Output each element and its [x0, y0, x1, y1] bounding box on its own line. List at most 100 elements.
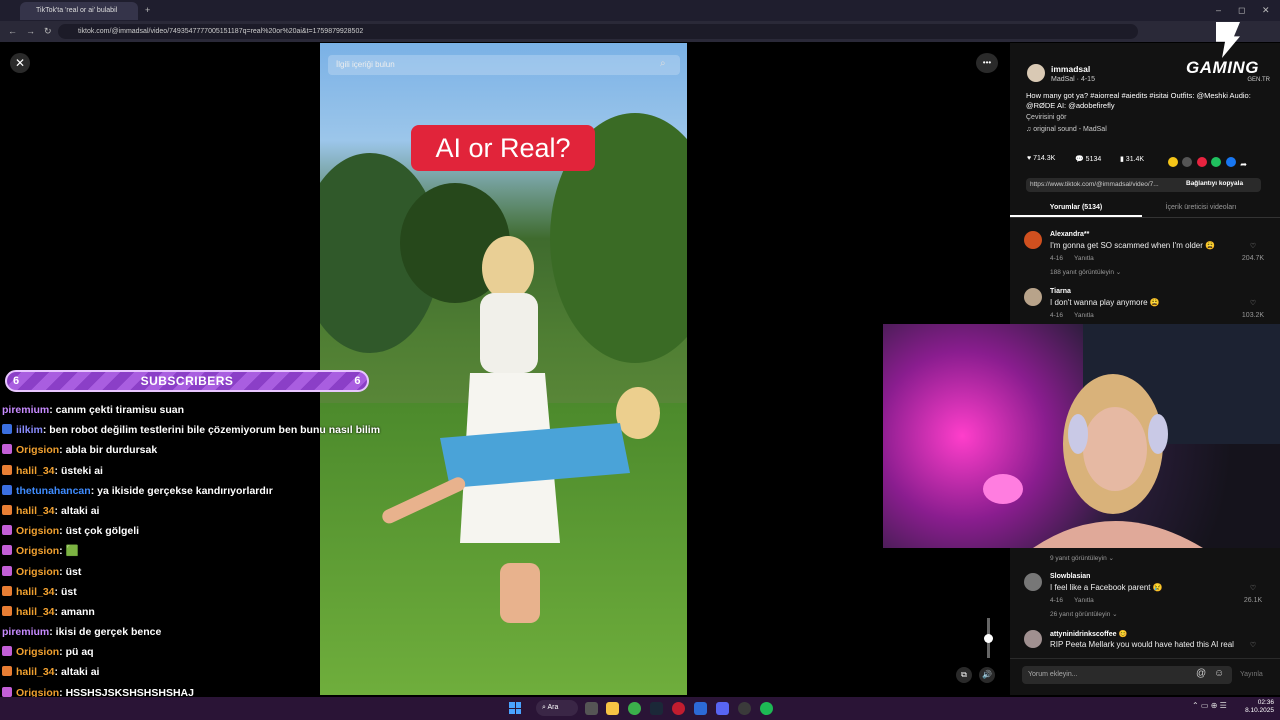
chat-username[interactable]: halil_34 [16, 606, 55, 618]
chrome-icon[interactable] [628, 702, 641, 715]
copy-link-button[interactable]: Bağlantıyı kopyala [1186, 180, 1243, 187]
windows-start-icon[interactable] [509, 702, 521, 714]
tab-creator-videos[interactable]: İçerik üreticisi videoları [1142, 201, 1260, 215]
minimize-button[interactable]: – [1216, 0, 1221, 21]
sound-row[interactable]: ♫ original sound - MadSal [1026, 126, 1107, 133]
comment-button[interactable]: 💬 5134 [1075, 155, 1101, 163]
share-icons[interactable]: ➦ [1168, 154, 1263, 169]
new-tab-button[interactable]: + [145, 0, 150, 21]
system-tray-icons[interactable]: ⌃ ▭ ⊕ ☰ [1192, 701, 1227, 710]
forward-icon[interactable]: → [26, 21, 35, 42]
more-options-button[interactable]: ••• [976, 53, 998, 73]
comment-like-icon[interactable]: ♡ [1238, 242, 1268, 250]
chat-text: : ya ikiside gerçekse kandırıyorlardır [90, 484, 273, 497]
comment-avatar[interactable] [1024, 630, 1042, 648]
streamer-figure [1033, 374, 1203, 548]
chat-username[interactable]: halil_34 [16, 505, 55, 517]
chat-username[interactable]: halil_34 [16, 586, 55, 598]
reload-icon[interactable]: ↻ [44, 21, 52, 42]
reply-button[interactable]: Yanıtla [1074, 312, 1094, 319]
comment-author[interactable]: Tiarna [1050, 288, 1071, 295]
chat-text: : ikisi de gerçek bence [49, 626, 162, 639]
creator-avatar[interactable] [1027, 64, 1045, 82]
comment-like-icon[interactable]: ♡ [1238, 641, 1268, 649]
chat-message: Origsion: üst [2, 562, 422, 582]
chat-badge-icon [2, 525, 12, 536]
chat-username[interactable]: halil_34 [16, 465, 55, 477]
comment-text: I feel like a Facebook parent 😢 [1050, 583, 1163, 592]
chat-username[interactable]: halil_34 [16, 666, 55, 678]
chat-username[interactable]: piremium [2, 626, 49, 638]
search-icon[interactable]: ⌕ [660, 58, 666, 69]
reply-button[interactable]: Yanıtla [1074, 597, 1094, 604]
clock[interactable]: 02:36 8.10.2025 [1244, 699, 1274, 715]
comment-author[interactable]: Slowblasian [1050, 573, 1090, 580]
comment-avatar[interactable] [1024, 573, 1042, 591]
comment-like-icon[interactable]: ♡ [1238, 299, 1268, 307]
comment-icon: 💬 [1075, 156, 1086, 163]
close-window-button[interactable]: ✕ [1262, 0, 1270, 21]
creator-username[interactable]: immadsal [1051, 64, 1090, 74]
pip-icon[interactable]: ⧉ [956, 667, 972, 683]
tab-comments[interactable]: Yorumlar (5134) [1010, 201, 1142, 217]
comment-like-icon[interactable]: ♡ [1238, 584, 1268, 592]
translate-link[interactable]: Çevirisini gör [1026, 114, 1066, 121]
chat-badge-icon [2, 686, 12, 697]
task-view-icon[interactable] [585, 702, 598, 715]
obs-icon[interactable] [738, 702, 751, 715]
chat-badge-icon [2, 565, 12, 576]
chat-username[interactable]: thetunahancan [16, 485, 91, 497]
emoji-icon[interactable]: ☺ [1214, 668, 1224, 679]
like-button[interactable]: ♥ 714.3K [1027, 155, 1055, 162]
chat-message: halil_34: üst [2, 582, 422, 602]
chat-badge-icon [2, 484, 12, 495]
discord-icon[interactable] [716, 702, 729, 715]
view-replies-button[interactable]: 188 yanıt görüntüleyin ⌄ [1050, 268, 1121, 276]
related-search-input[interactable]: İlgili içeriği bulun [328, 55, 680, 75]
comment-author[interactable]: Alexandra** [1050, 231, 1089, 238]
comment-author[interactable]: attyninidrinkscoffee 😊 [1050, 630, 1127, 638]
taskbar-search-label: Ara [547, 704, 559, 711]
stream-chat: piremium: canım çekti tiramisu suan iilki… [2, 400, 422, 703]
back-icon[interactable]: ← [8, 21, 17, 42]
chat-message: halil_34: altaki ai [2, 501, 422, 521]
chat-username[interactable]: Origsion [16, 525, 59, 537]
close-video-button[interactable]: ✕ [10, 53, 30, 73]
chat-username[interactable]: Origsion [16, 566, 59, 578]
comment-like-count: 204.7K [1241, 255, 1265, 262]
volume-slider-thumb[interactable] [984, 634, 993, 643]
clock-date: 8.10.2025 [1245, 707, 1274, 714]
app-icon[interactable] [672, 702, 685, 715]
comment-avatar[interactable] [1024, 231, 1042, 249]
file-explorer-icon[interactable] [606, 702, 619, 715]
chat-message: piremium: ikisi de gerçek bence [2, 622, 422, 642]
comment-avatar[interactable] [1024, 288, 1042, 306]
chat-username[interactable]: piremium [2, 404, 49, 416]
chat-text: : altaki ai [54, 504, 100, 517]
taskbar-search[interactable]: ⌕ Ara [536, 700, 578, 716]
chat-badge-icon [2, 666, 12, 677]
post-comment-button[interactable]: Yayınla [1240, 671, 1263, 678]
logo-sub: GEN.TR [1247, 77, 1270, 83]
url-input[interactable]: tiktok.com/@immadsal/video/7493547777005… [58, 24, 1138, 39]
app-icon[interactable] [694, 702, 707, 715]
spotify-icon[interactable] [760, 702, 773, 715]
browser-tab[interactable]: TikTok'ta 'real or ai' bulabil [20, 2, 138, 20]
comment-text: I'm gonna get SO scammed when I'm older … [1050, 241, 1216, 250]
chat-username[interactable]: Origsion [16, 646, 59, 658]
maximize-button[interactable]: ◻ [1238, 0, 1245, 21]
chat-badge-icon [2, 646, 12, 657]
save-button[interactable]: ▮ 31.4K [1120, 155, 1144, 163]
steam-icon[interactable] [650, 702, 663, 715]
chat-username[interactable]: iilkim [16, 424, 43, 436]
chat-text: : üst [54, 585, 77, 598]
reply-button[interactable]: Yanıtla [1074, 255, 1094, 262]
view-replies-button[interactable]: 9 yanıt görüntüleyin ⌄ [1050, 554, 1114, 562]
volume-icon[interactable]: 🔊 [979, 667, 995, 683]
chat-username[interactable]: Origsion [16, 545, 59, 557]
chat-username[interactable]: Origsion [16, 444, 59, 456]
tabs-divider [1010, 217, 1280, 218]
view-replies-button[interactable]: 26 yanıt görüntüleyin ⌄ [1050, 610, 1118, 618]
mention-icon[interactable]: @ [1196, 668, 1206, 679]
creator-subline: MadSal · 4-15 [1051, 76, 1095, 83]
